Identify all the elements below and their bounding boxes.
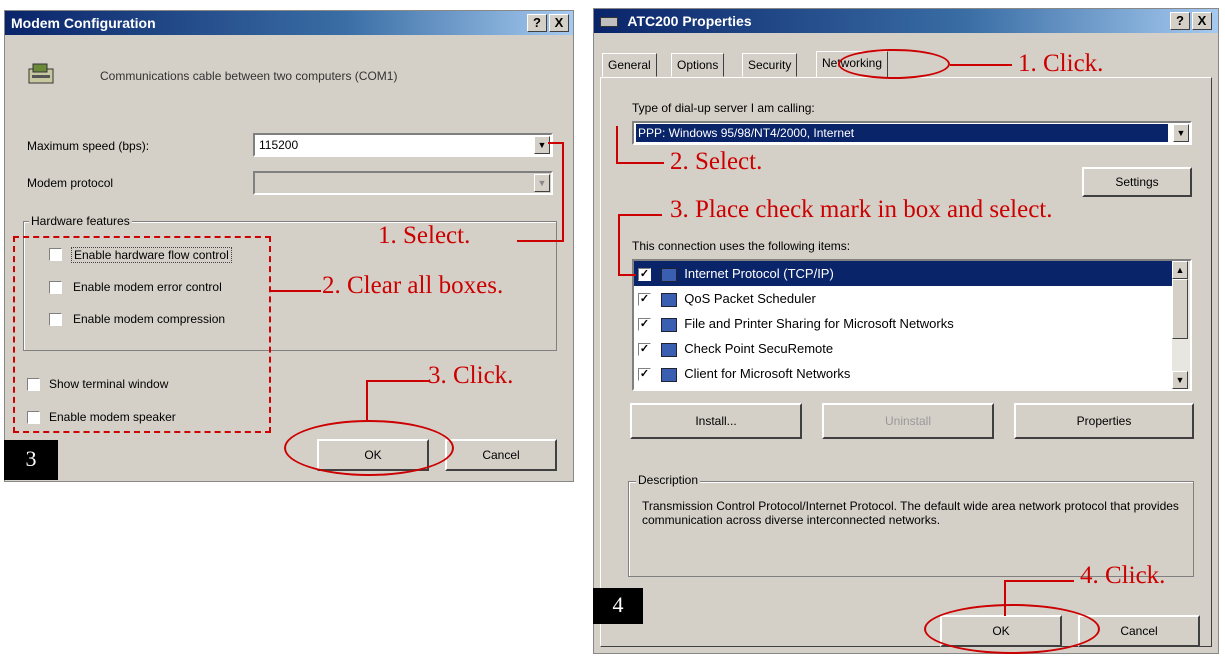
max-speed-label: Maximum speed (bps): bbox=[27, 139, 150, 153]
description-text: Transmission Control Protocol/Internet P… bbox=[642, 499, 1179, 527]
title-bar: Modem Configuration bbox=[5, 11, 573, 35]
step-number-3: 3 bbox=[4, 440, 58, 480]
server-type-label: Type of dial-up server I am calling: bbox=[632, 101, 815, 115]
tab-options[interactable]: Options bbox=[671, 53, 725, 77]
connector-line bbox=[366, 380, 368, 422]
network-icon bbox=[600, 17, 618, 28]
annotation-select: 1. Select. bbox=[378, 222, 471, 249]
list-item[interactable]: ✓ Internet Protocol (TCP/IP) bbox=[634, 261, 1172, 286]
hardware-features-label: Hardware features bbox=[29, 214, 132, 228]
cancel-button[interactable]: Cancel bbox=[445, 439, 557, 471]
chevron-up-icon[interactable]: ▲ bbox=[1172, 261, 1188, 279]
properties-button[interactable]: Properties bbox=[1014, 403, 1194, 439]
list-item[interactable]: ✓ Client for Microsoft Networks bbox=[634, 361, 1190, 386]
item-label: Check Point SecuRemote bbox=[684, 341, 834, 356]
list-scrollbar[interactable]: ▲ ▼ bbox=[1172, 261, 1190, 389]
atc200-properties-dialog: ATC200 Properties ? X General Options Se… bbox=[593, 8, 1219, 654]
annotation-click-ok: 3. Click. bbox=[428, 362, 514, 389]
title-bar: ATC200 Properties bbox=[594, 9, 1218, 33]
tab-security[interactable]: Security bbox=[742, 53, 798, 77]
install-button[interactable]: Install... bbox=[630, 403, 802, 439]
annotation-click-tab: 1. Click. bbox=[1018, 50, 1104, 77]
item-checkbox[interactable]: ✓ bbox=[638, 268, 651, 282]
connector-line bbox=[950, 64, 1012, 66]
help-button[interactable]: ? bbox=[1170, 12, 1190, 30]
max-speed-value: 115200 bbox=[259, 138, 299, 152]
step-number-4: 4 bbox=[593, 588, 643, 624]
tab-general[interactable]: General bbox=[602, 53, 657, 77]
modem-protocol-select[interactable]: ▼ bbox=[253, 171, 553, 195]
item-label: QoS Packet Scheduler bbox=[684, 291, 816, 306]
protocol-icon bbox=[660, 267, 677, 282]
settings-button[interactable]: Settings bbox=[1082, 167, 1192, 197]
annotation-check-select: 3. Place check mark in box and select. bbox=[670, 196, 1053, 223]
uninstall-button: Uninstall bbox=[822, 403, 994, 439]
item-label: File and Printer Sharing for Microsoft N… bbox=[684, 316, 954, 331]
network-service-icon bbox=[660, 292, 677, 307]
item-label: Internet Protocol (TCP/IP) bbox=[684, 266, 834, 281]
connector-line bbox=[1004, 580, 1074, 582]
ok-highlight-ellipse bbox=[924, 604, 1100, 654]
network-service-icon bbox=[660, 342, 677, 357]
connector-line bbox=[616, 162, 664, 164]
annotation-click-ok: 4. Click. bbox=[1080, 562, 1166, 589]
chevron-down-icon[interactable]: ▼ bbox=[534, 174, 550, 192]
dashed-highlight-box bbox=[13, 236, 271, 433]
item-checkbox[interactable]: ✓ bbox=[638, 293, 651, 307]
description-label: Description bbox=[636, 473, 701, 487]
connector-line bbox=[562, 142, 564, 242]
networking-tab-ellipse bbox=[838, 49, 950, 79]
item-label: Client for Microsoft Networks bbox=[684, 366, 851, 381]
max-speed-select[interactable]: 115200 ▼ bbox=[253, 133, 553, 157]
connector-line bbox=[618, 214, 620, 276]
connector-line bbox=[618, 274, 636, 276]
server-type-value: PPP: Windows 95/98/NT4/2000, Internet bbox=[636, 124, 1168, 142]
header-text: Communications cable between two compute… bbox=[100, 69, 398, 83]
chevron-down-icon[interactable]: ▼ bbox=[534, 136, 550, 154]
scrollbar-thumb[interactable] bbox=[1172, 279, 1188, 339]
network-client-icon bbox=[660, 367, 677, 382]
modem-protocol-label: Modem protocol bbox=[27, 176, 114, 190]
close-button[interactable]: X bbox=[549, 14, 569, 32]
connector-line bbox=[271, 290, 321, 292]
chevron-down-icon[interactable]: ▼ bbox=[1173, 124, 1189, 142]
connector-line bbox=[517, 240, 564, 242]
network-service-icon bbox=[660, 317, 677, 332]
items-label: This connection uses the following items… bbox=[632, 239, 851, 253]
annotation-clear-boxes: 2. Clear all boxes. bbox=[322, 272, 504, 299]
close-button[interactable]: X bbox=[1192, 12, 1212, 30]
connector-line bbox=[366, 380, 430, 382]
list-item[interactable]: ✓ Check Point SecuRemote bbox=[634, 336, 1190, 361]
item-checkbox[interactable]: ✓ bbox=[638, 368, 651, 382]
modem-icon bbox=[27, 61, 55, 87]
chevron-down-icon[interactable]: ▼ bbox=[1172, 371, 1188, 389]
dialog-title: Modem Configuration bbox=[11, 15, 156, 31]
help-button[interactable]: ? bbox=[527, 14, 547, 32]
connector-line bbox=[616, 126, 618, 162]
item-checkbox[interactable]: ✓ bbox=[638, 343, 651, 357]
item-checkbox[interactable]: ✓ bbox=[638, 318, 651, 332]
list-item[interactable]: ✓ QoS Packet Scheduler bbox=[634, 286, 1190, 311]
server-type-select[interactable]: PPP: Windows 95/98/NT4/2000, Internet ▼ bbox=[632, 121, 1192, 145]
annotation-select-server: 2. Select. bbox=[670, 148, 763, 175]
ok-highlight-ellipse bbox=[284, 420, 454, 476]
items-list: ▲ ▼ ✓ Internet Protocol (TCP/IP) ✓ QoS P… bbox=[632, 259, 1192, 391]
connector-line bbox=[618, 214, 662, 216]
list-item[interactable]: ✓ File and Printer Sharing for Microsoft… bbox=[634, 311, 1190, 336]
dialog-title: ATC200 Properties bbox=[627, 13, 752, 29]
